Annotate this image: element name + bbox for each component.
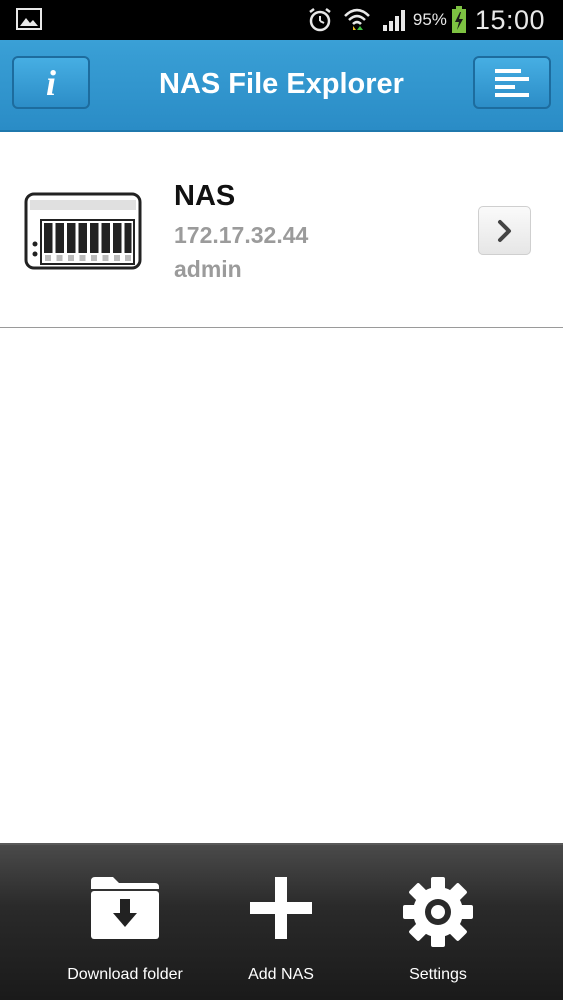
nas-user: admin: [174, 256, 242, 282]
wifi-icon: [343, 6, 371, 34]
gallery-notification-icon: [16, 8, 42, 30]
download-folder-icon: [91, 877, 159, 939]
add-nas-button[interactable]: Add NAS: [201, 845, 361, 1000]
chevron-right-icon: [497, 219, 511, 242]
nas-device-icon: [24, 192, 142, 270]
settings-label: Settings: [409, 966, 467, 983]
nas-list-item[interactable]: NAS 172.17.32.44 admin: [0, 132, 563, 328]
signal-icon: [381, 6, 407, 34]
menu-button[interactable]: [473, 56, 551, 109]
alarm-icon: [307, 6, 333, 34]
open-nas-button[interactable]: [478, 206, 531, 255]
battery-icon: [451, 6, 467, 34]
download-folder-button[interactable]: Download folder: [45, 845, 205, 1000]
menu-icon: [495, 68, 529, 97]
nas-name: NAS: [174, 180, 236, 212]
settings-button[interactable]: Settings: [358, 845, 518, 1000]
download-folder-label: Download folder: [67, 966, 183, 983]
status-bar: 95% 15:00: [0, 0, 563, 40]
plus-icon: [250, 877, 312, 939]
clock: 15:00: [474, 4, 545, 35]
battery-percent: 95%: [412, 10, 447, 29]
nas-ip: 172.17.32.44: [174, 222, 309, 248]
app-header: i NAS File Explorer: [0, 40, 563, 132]
gear-icon: [403, 877, 473, 947]
bottom-toolbar: Download folder Add NAS Settings: [0, 843, 563, 1000]
add-nas-label: Add NAS: [248, 966, 314, 983]
